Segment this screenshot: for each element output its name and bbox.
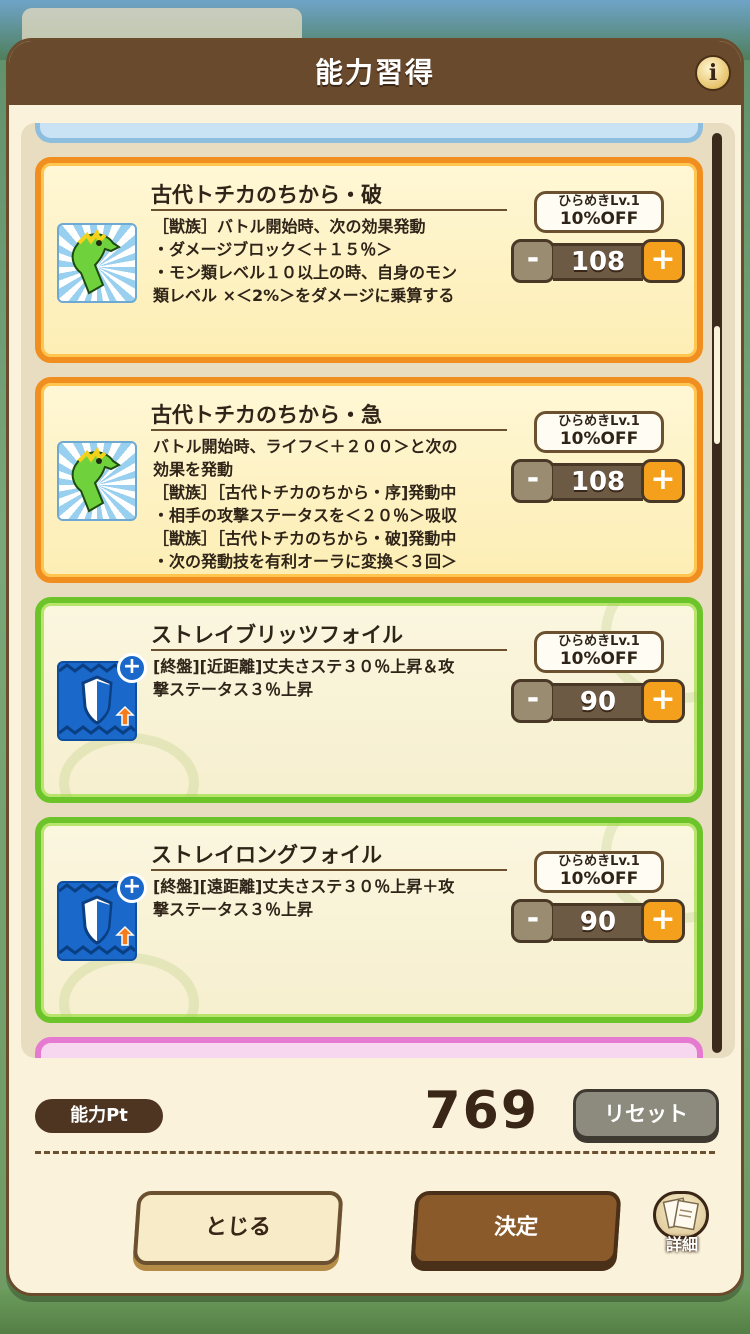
decor-swirl	[59, 733, 199, 797]
desc-line: [終盤][遠距離]丈夫さステ３０％上昇＋攻	[153, 877, 455, 896]
discount-badge: ひらめきLv.1 10%OFF	[534, 631, 664, 673]
increment-button[interactable]: +	[641, 459, 685, 503]
detail-button[interactable]: 詳細	[649, 1187, 715, 1259]
desc-line: ［獣族］［古代トチカのちから・序]発動中	[153, 483, 457, 502]
cost-stepper: - 108 +	[511, 459, 687, 505]
skill-title: 古代トチカのちから・急	[151, 403, 382, 427]
cost-stepper: - 90 +	[511, 899, 687, 945]
desc-line: 撃ステータス３％上昇	[153, 680, 314, 699]
badge-discount: 10%OFF	[559, 209, 639, 229]
desc-line: 類レベル ×＜2%＞をダメージに乗算する	[153, 286, 455, 305]
points-label: 能力Pt	[35, 1099, 163, 1133]
desc-line: ［獣族］［古代トチカのちから・破]発動中	[153, 529, 457, 548]
desc-line: ・相手の攻撃ステータスを＜２０％＞吸収	[153, 506, 458, 525]
ability-dialog: 能力習得 i 古代トチカのちから・破 ［獣族］バトル開始時、次の効果発動 ・ダメ…	[6, 38, 744, 1296]
desc-line: バトル開始時、ライフ＜＋２００＞と次の	[153, 437, 458, 456]
scrollbar-thumb[interactable]	[714, 326, 720, 444]
desc-line: 撃ステータス３％上昇	[153, 900, 314, 919]
divider	[151, 429, 507, 431]
skill-title: ストレイロングフォイル	[151, 843, 382, 867]
badge-discount: 10%OFF	[559, 869, 639, 889]
plus-badge-icon: +	[117, 873, 147, 903]
skill-description: ［獣族］バトル開始時、次の効果発動 ・ダメージブロック＜＋１５％＞ ・モン類レベ…	[153, 215, 513, 307]
dinosaur-icon	[57, 441, 137, 521]
desc-line: ［獣族］バトル開始時、次の効果発動	[153, 217, 426, 236]
points-value: 769	[424, 1081, 539, 1141]
skill-list[interactable]: 古代トチカのちから・破 ［獣族］バトル開始時、次の効果発動 ・ダメージブロック＜…	[21, 123, 735, 1058]
decor-swirl	[59, 953, 199, 1017]
badge-discount: 10%OFF	[559, 649, 639, 669]
decrement-button[interactable]: -	[511, 239, 555, 283]
cost-stepper: - 108 +	[511, 239, 687, 285]
divider	[151, 869, 507, 871]
badge-level: ひらめきLv.1	[558, 854, 640, 869]
desc-line: ・モン類レベル１０以上の時、自身のモン	[153, 263, 458, 282]
decrement-button[interactable]: -	[511, 459, 555, 503]
background-grass	[0, 1290, 750, 1334]
increment-button[interactable]: +	[641, 899, 685, 943]
divider	[151, 649, 507, 651]
reset-button[interactable]: リセット	[573, 1089, 719, 1139]
plus-badge-icon: +	[117, 653, 147, 683]
desc-line: 効果を発動	[153, 460, 234, 479]
decrement-button[interactable]: -	[511, 899, 555, 943]
skill-description: [終盤][近距離]丈夫さステ３０％上昇＆攻 撃ステータス３％上昇	[153, 655, 513, 701]
increment-button[interactable]: +	[641, 679, 685, 723]
info-button[interactable]: i	[695, 55, 731, 91]
skill-card-partial[interactable]	[35, 1037, 703, 1058]
skill-description: [終盤][遠距離]丈夫さステ３０％上昇＋攻 撃ステータス３％上昇	[153, 875, 513, 921]
skill-title: 古代トチカのちから・破	[151, 183, 382, 207]
dinosaur-icon	[57, 223, 137, 303]
desc-line: [終盤][近距離]丈夫さステ３０％上昇＆攻	[153, 657, 455, 676]
divider	[35, 1151, 715, 1154]
skill-title: ストレイブリッツフォイル	[151, 623, 403, 647]
detail-label: 詳細	[665, 1235, 698, 1254]
divider	[151, 209, 507, 211]
skill-card[interactable]: + ストレイロングフォイル [終盤][遠距離]丈夫さステ３０％上昇＋攻 撃ステー…	[35, 817, 703, 1023]
cost-stepper: - 90 +	[511, 679, 687, 725]
cost-value: 90	[553, 903, 643, 941]
confirm-button[interactable]: 決定	[410, 1191, 622, 1265]
page-title: 能力習得	[314, 56, 435, 89]
close-button[interactable]: とじる	[132, 1191, 344, 1265]
increment-button[interactable]: +	[641, 239, 685, 283]
discount-badge: ひらめきLv.1 10%OFF	[534, 191, 664, 233]
skill-card[interactable]: + ストレイブリッツフォイル [終盤][近距離]丈夫さステ３０％上昇＆攻 撃ステ…	[35, 597, 703, 803]
dialog-header: 能力習得 i	[9, 41, 741, 105]
skill-description: バトル開始時、ライフ＜＋２００＞と次の 効果を発動 ［獣族］［古代トチカのちから…	[153, 435, 513, 573]
desc-line: ・ダメージブロック＜＋１５％＞	[153, 240, 393, 259]
partial-card-top	[35, 123, 703, 143]
cost-value: 90	[553, 683, 643, 721]
badge-level: ひらめきLv.1	[558, 414, 640, 429]
desc-line: ・次の発動技を有利オーラに変換＜３回＞	[153, 552, 458, 571]
discount-badge: ひらめきLv.1 10%OFF	[534, 851, 664, 893]
skill-card[interactable]: 古代トチカのちから・急 バトル開始時、ライフ＜＋２００＞と次の 効果を発動 ［獣…	[35, 377, 703, 583]
skill-card[interactable]: 古代トチカのちから・破 ［獣族］バトル開始時、次の効果発動 ・ダメージブロック＜…	[35, 157, 703, 363]
scrollbar-track[interactable]	[712, 133, 722, 1053]
cost-value: 108	[553, 243, 643, 281]
decrement-button[interactable]: -	[511, 679, 555, 723]
badge-discount: 10%OFF	[559, 429, 639, 449]
badge-level: ひらめきLv.1	[558, 634, 640, 649]
cost-value: 108	[553, 463, 643, 501]
discount-badge: ひらめきLv.1 10%OFF	[534, 411, 664, 453]
badge-level: ひらめきLv.1	[558, 194, 640, 209]
